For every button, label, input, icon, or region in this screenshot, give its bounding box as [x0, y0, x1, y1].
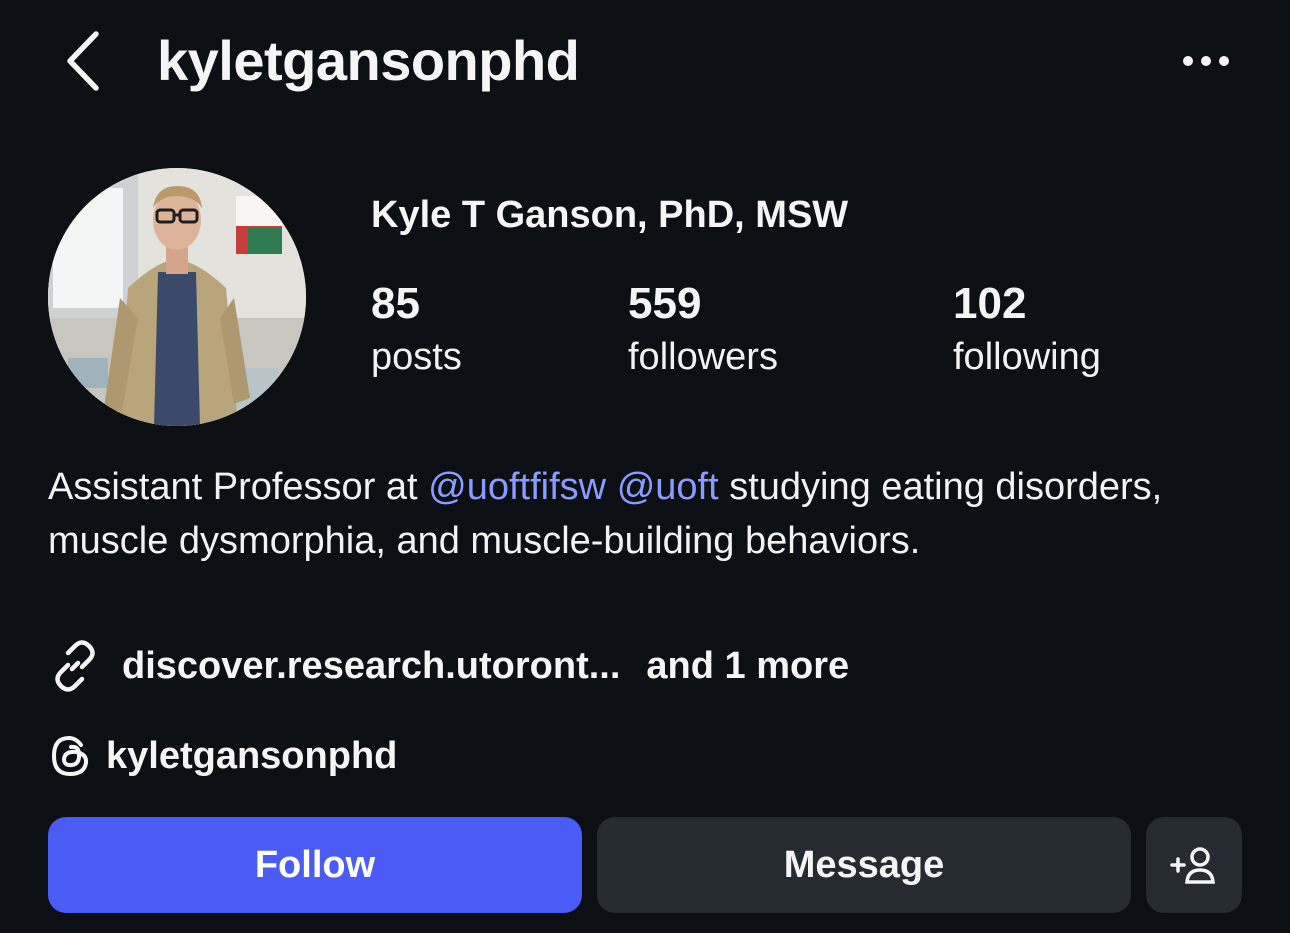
threads-icon [51, 735, 89, 777]
more-options-button[interactable] [1176, 44, 1236, 78]
more-horizontal-icon [1183, 56, 1229, 66]
followers-label: followers [628, 336, 778, 378]
profile-header: kyletgansonphd [0, 0, 1290, 124]
following-label: following [953, 336, 1101, 378]
suggested-accounts-button[interactable] [1146, 817, 1242, 913]
add-person-icon [1170, 847, 1215, 884]
chevron-left-icon [67, 31, 99, 91]
follow-button[interactable]: Follow [48, 817, 582, 913]
following-stat[interactable]: 102 following [953, 278, 1101, 384]
website-link[interactable]: discover.research.utoront... [122, 645, 620, 688]
link-icon [55, 640, 95, 692]
more-links-button[interactable]: and 1 more [646, 645, 849, 688]
posts-stat[interactable]: 85 posts [371, 278, 462, 384]
threads-handle: kyletgansonphd [106, 734, 398, 777]
back-button[interactable] [58, 28, 108, 94]
profile-bio: Assistant Professor at @uoftfifsw @uoft … [48, 460, 1198, 568]
page-title: kyletgansonphd [157, 29, 580, 92]
followers-stat[interactable]: 559 followers [628, 278, 778, 384]
avatar[interactable] [48, 168, 306, 426]
website-link-row: discover.research.utoront... and 1 more [48, 636, 849, 696]
bio-text-prefix: Assistant Professor at [48, 466, 429, 508]
bio-space [606, 466, 617, 508]
threads-profile-link[interactable]: kyletgansonphd [48, 728, 397, 784]
mention-link-uoft[interactable]: @uoft [617, 466, 719, 508]
avatar-photo [48, 168, 306, 426]
display-name: Kyle T Ganson, PhD, MSW [371, 194, 849, 236]
mention-link-uoftfifsw[interactable]: @uoftfifsw [428, 466, 606, 508]
message-button[interactable]: Message [597, 817, 1131, 913]
followers-count: 559 [628, 279, 702, 328]
posts-label: posts [371, 336, 462, 378]
following-count: 102 [953, 279, 1027, 328]
profile-page: kyletgansonphd Kyle T Ganson, PhD, MSW 8… [0, 0, 1290, 933]
posts-count: 85 [371, 279, 420, 328]
